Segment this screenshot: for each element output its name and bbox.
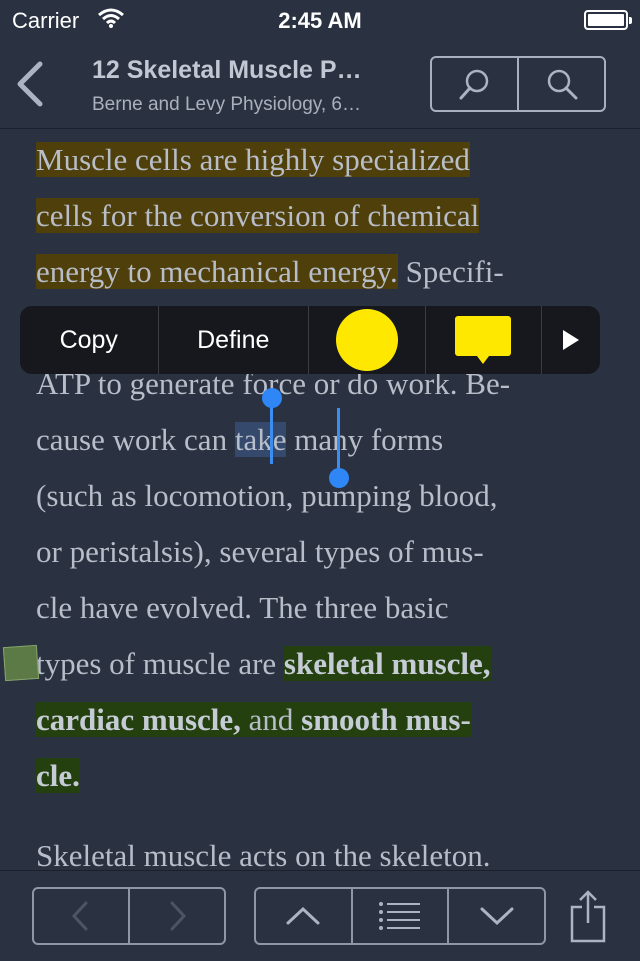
- selection-end-handle[interactable]: [337, 408, 340, 476]
- next-section-button[interactable]: [447, 889, 544, 943]
- next-page-button[interactable]: [128, 889, 224, 943]
- chevron-left-icon: [71, 901, 88, 931]
- text-line: Muscle cells are highly specialized: [36, 132, 470, 188]
- highlight-button[interactable]: [308, 306, 425, 374]
- green-highlight[interactable]: cle.: [36, 758, 80, 793]
- define-button[interactable]: Define: [157, 306, 308, 374]
- copy-button[interactable]: Copy: [20, 306, 158, 374]
- clock: 2:45 AM: [278, 8, 362, 33]
- bottom-toolbar: [0, 870, 640, 961]
- text-line: (such as locomotion, pumping blood,: [36, 468, 498, 524]
- chevron-up-icon: [286, 906, 320, 925]
- yellow-highlight[interactable]: cells for the conversion of chemical: [36, 198, 480, 233]
- battery-icon: [584, 10, 632, 30]
- previous-page-button[interactable]: [34, 889, 128, 943]
- note-marker-icon[interactable]: [2, 644, 40, 682]
- more-options-button[interactable]: [541, 306, 600, 374]
- selection-start-knob[interactable]: [262, 388, 282, 408]
- green-highlight[interactable]: smooth mus-: [301, 702, 471, 737]
- search-in-book-button[interactable]: [432, 58, 517, 110]
- text-line: cle.: [36, 748, 80, 804]
- text-span: cle have evolved. The three basic: [36, 590, 449, 625]
- section-nav-control: [254, 887, 546, 945]
- text-span: many forms: [286, 422, 444, 457]
- list-icon: [379, 902, 420, 930]
- search-icon: [459, 69, 488, 100]
- share-icon: [570, 890, 606, 943]
- page-nav-control: [32, 887, 226, 945]
- back-button[interactable]: [12, 54, 52, 114]
- green-highlight[interactable]: and: [240, 702, 302, 737]
- text-line: cardiac muscle, and smooth mus-: [36, 692, 471, 748]
- yellow-highlight[interactable]: energy to mechanical energy.: [36, 254, 398, 289]
- text-line: Skeletal muscle acts on the skeleton.: [36, 828, 491, 868]
- table-of-contents-button[interactable]: [350, 889, 448, 943]
- chevron-right-icon: [170, 901, 187, 931]
- highlight-color-icon: [335, 309, 398, 371]
- edit-menu: Copy Define: [20, 306, 600, 374]
- search-icon: [547, 69, 577, 100]
- text-line: cells for the conversion of chemical: [36, 188, 480, 244]
- text-span: (such as locomotion, pumping blood,: [36, 478, 498, 513]
- text-line: types of muscle are skeletal muscle,: [36, 636, 491, 692]
- search-all-button[interactable]: [517, 58, 604, 110]
- chevron-down-icon: [480, 907, 514, 926]
- green-highlight[interactable]: skeletal muscle,: [283, 646, 491, 681]
- book-title: Berne and Levy Physiology, 6…: [92, 94, 361, 115]
- text-span: or peristalsis), several types of mus-: [36, 534, 484, 569]
- text-span: types of muscle are: [36, 646, 284, 681]
- text-line: energy to mechanical energy. Specifi-: [36, 244, 504, 300]
- green-highlight[interactable]: cardiac muscle,: [36, 702, 241, 737]
- text-line: cause work can take many forms: [36, 412, 443, 468]
- share-button[interactable]: [566, 885, 610, 947]
- text-span: cause work can: [36, 422, 235, 457]
- text-line: or peristalsis), several types of mus-: [36, 524, 484, 580]
- add-note-button[interactable]: [424, 306, 542, 374]
- play-arrow-icon: [563, 330, 580, 350]
- yellow-highlight[interactable]: Muscle cells are highly specialized: [36, 142, 470, 177]
- selected-word[interactable]: take: [234, 422, 287, 457]
- search-segmented-control: [430, 56, 606, 112]
- text-span: Specifi-: [397, 254, 504, 289]
- status-bar: Carrier 2:45 AM: [0, 0, 640, 40]
- text-line: cle have evolved. The three basic: [36, 580, 449, 636]
- text-span: Skeletal muscle acts on the skeleton.: [36, 838, 491, 868]
- reading-pane[interactable]: Muscle cells are highly specialized cell…: [0, 130, 640, 868]
- note-icon: [455, 316, 512, 364]
- navigation-bar: 12 Skeletal Muscle P… Berne and Levy Phy…: [0, 40, 640, 129]
- selection-end-knob[interactable]: [329, 468, 349, 488]
- chapter-title: 12 Skeletal Muscle P…: [92, 56, 362, 84]
- chevron-left-icon: [17, 61, 43, 107]
- previous-section-button[interactable]: [256, 889, 351, 943]
